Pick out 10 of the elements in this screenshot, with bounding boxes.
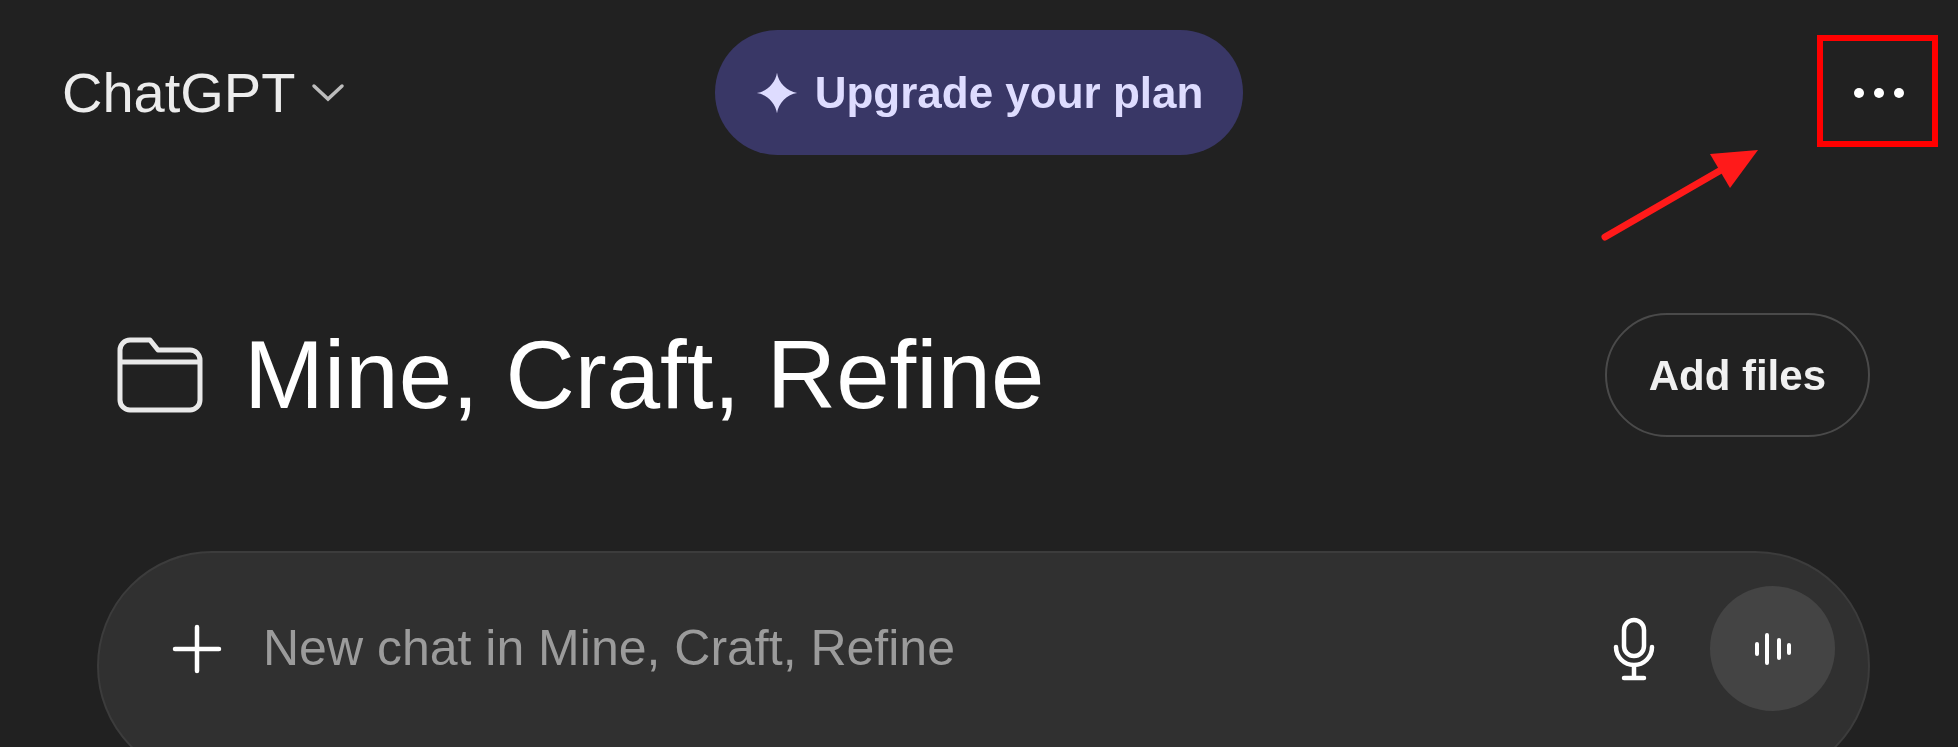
microphone-icon[interactable] (1612, 616, 1656, 681)
chevron-down-icon[interactable] (311, 82, 346, 103)
upgrade-button[interactable]: Upgrade your plan (714, 30, 1244, 155)
more-icon (1853, 86, 1905, 99)
app-title[interactable]: ChatGPT (62, 50, 296, 135)
project-title: Mine, Craft, Refine (244, 327, 1045, 423)
message-input[interactable]: New chat in Mine, Craft, Refine (263, 611, 1572, 686)
folder-icon (116, 336, 204, 414)
add-files-button[interactable]: Add files (1604, 313, 1870, 437)
plus-icon[interactable] (171, 622, 223, 675)
